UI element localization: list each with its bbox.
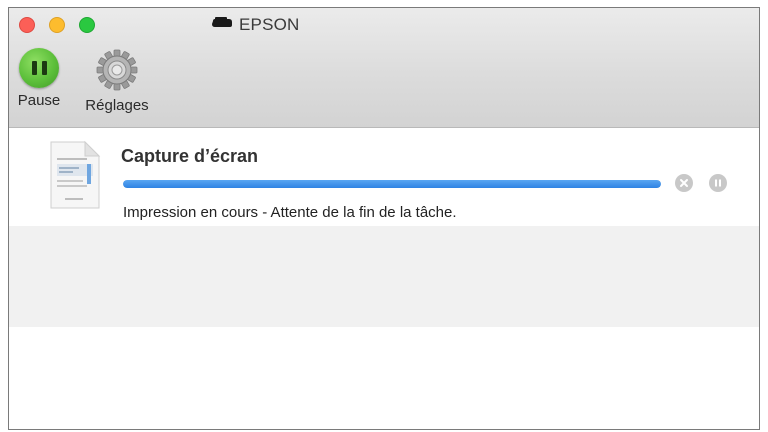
job-progress-fill <box>123 180 661 188</box>
job-title: Capture d’écran <box>121 146 259 166</box>
gear-icon <box>95 48 139 97</box>
minimize-window-button[interactable] <box>49 17 65 33</box>
window-title: EPSON <box>211 14 300 36</box>
pause-job-button[interactable] <box>709 174 727 192</box>
settings-button-label: Réglages <box>85 97 149 114</box>
job-status-text: Impression en cours - Attente de la fin … <box>123 204 457 221</box>
maximize-window-button[interactable] <box>79 17 95 33</box>
close-icon <box>680 179 688 187</box>
cancel-job-button[interactable] <box>675 174 693 192</box>
print-queue-window: EPSON Pause Réglages Capture d’écran Imp… <box>8 7 760 430</box>
job-progress-bar <box>123 180 661 188</box>
pause-icon <box>19 48 59 88</box>
pause-button[interactable]: Pause <box>15 48 63 109</box>
window-title-text: EPSON <box>239 15 300 34</box>
print-job-row[interactable]: Capture d’écran Impression en cours - At… <box>9 128 759 226</box>
printer-icon <box>211 16 233 34</box>
window-toolbar: EPSON Pause Réglages <box>9 8 759 128</box>
close-window-button[interactable] <box>19 17 35 33</box>
document-icon <box>47 140 101 210</box>
pause-icon <box>715 179 721 187</box>
settings-button[interactable]: Réglages <box>79 48 155 114</box>
pause-button-label: Pause <box>17 92 61 109</box>
empty-queue-row <box>9 226 759 327</box>
